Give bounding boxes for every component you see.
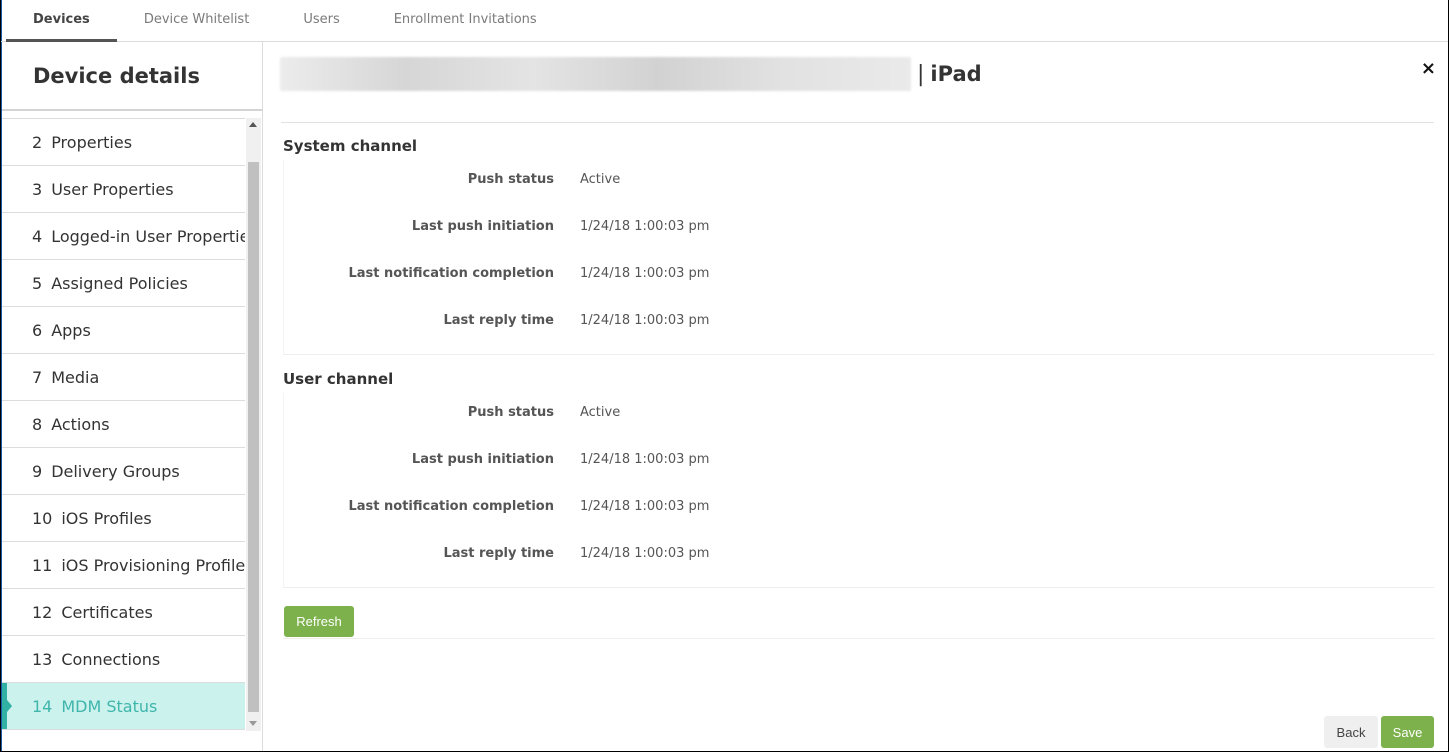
step-label: Logged-in User Properties	[51, 227, 245, 246]
field-value: 1/24/18 1:00:03 pm	[580, 266, 710, 281]
step-number: 9	[32, 462, 43, 481]
system-last-notification-completion-row: Last notification completion 1/24/18 1:0…	[284, 266, 884, 286]
scroll-up-arrow-icon[interactable]	[249, 122, 257, 127]
system-channel-title: System channel	[283, 137, 418, 155]
tab-enrollment-invitations[interactable]: Enrollment Invitations	[367, 0, 564, 42]
step-number: 2	[32, 133, 43, 152]
user-last-push-initiation-row: Last push initiation 1/24/18 1:00:03 pm	[284, 452, 884, 472]
step-label: iOS Provisioning Profiles	[61, 556, 245, 575]
step-label: Certificates	[61, 603, 153, 622]
user-last-reply-time-row: Last reply time 1/24/18 1:00:03 pm	[284, 546, 884, 566]
step-number: 13	[32, 650, 53, 669]
step-label: User Properties	[51, 180, 174, 199]
user-last-notification-completion-row: Last notification completion 1/24/18 1:0…	[284, 499, 884, 519]
user-channel-title: User channel	[283, 370, 394, 388]
field-value: Active	[580, 405, 621, 420]
step-label: Connections	[61, 650, 161, 669]
field-label: Last push initiation	[411, 219, 554, 234]
step-number: 5	[32, 274, 43, 293]
step-number: 11	[32, 556, 53, 575]
step-delivery-groups[interactable]: 9 Delivery Groups	[2, 448, 245, 495]
field-value: 1/24/18 1:00:03 pm	[580, 546, 710, 561]
field-value: 1/24/18 1:00:03 pm	[580, 499, 710, 514]
step-number: 4	[32, 227, 43, 246]
step-list: 2 Properties 3 User Properties 4 Logged-in …	[2, 118, 245, 731]
step-label: Actions	[51, 415, 110, 434]
sidebar-scrollbar[interactable]	[246, 118, 261, 731]
step-number: 8	[32, 415, 43, 434]
step-properties[interactable]: 2 Properties	[2, 118, 245, 166]
step-label: MDM Status	[61, 697, 158, 716]
step-number: 10	[32, 509, 53, 528]
step-label: iOS Profiles	[61, 509, 152, 528]
system-channel-section: Push status Active Last push initiation …	[283, 160, 1434, 355]
step-user-properties[interactable]: 3 User Properties	[2, 166, 245, 213]
app-frame: Devices Device Whitelist Users Enrollmen…	[1, 0, 1448, 751]
title-separator: |	[917, 61, 925, 87]
scroll-down-arrow-icon[interactable]	[249, 721, 257, 726]
top-tabs: Devices Device Whitelist Users Enrollmen…	[1, 0, 1448, 42]
back-button[interactable]: Back	[1324, 716, 1378, 748]
sidebar: Device details 2 Properties 3 User Propert…	[2, 42, 263, 751]
field-label: Last reply time	[443, 313, 554, 328]
step-label: Properties	[51, 133, 133, 152]
step-mdm-status[interactable]: 14 MDM Status	[2, 683, 245, 730]
refresh-button[interactable]: Refresh	[284, 606, 354, 637]
step-label: Media	[51, 368, 100, 387]
step-ios-profiles[interactable]: 10 iOS Profiles	[2, 495, 245, 542]
field-label: Last notification completion	[348, 266, 554, 281]
refresh-section	[283, 602, 1434, 639]
step-logged-in-user-properties[interactable]: 4 Logged-in User Properties	[2, 213, 245, 260]
step-apps[interactable]: 6 Apps	[2, 307, 245, 354]
save-button[interactable]: Save	[1381, 716, 1434, 748]
step-number: 12	[32, 603, 53, 622]
field-label: Last notification completion	[348, 499, 554, 514]
field-value: 1/24/18 1:00:03 pm	[580, 313, 710, 328]
tab-devices[interactable]: Devices	[6, 0, 117, 42]
step-label: Apps	[51, 321, 91, 340]
step-number: 7	[32, 368, 43, 387]
step-number: 6	[32, 321, 43, 340]
system-push-status-row: Push status Active	[284, 172, 884, 192]
field-label: Push status	[467, 405, 554, 420]
field-label: Push status	[467, 172, 554, 187]
step-actions[interactable]: 8 Actions	[2, 401, 245, 448]
sidebar-title: Device details	[2, 42, 262, 111]
field-label: Last push initiation	[411, 452, 554, 467]
step-number: 14	[32, 697, 53, 716]
field-value: 1/24/18 1:00:03 pm	[580, 219, 710, 234]
scroll-thumb[interactable]	[248, 162, 259, 712]
step-connections[interactable]: 13 Connections	[2, 636, 245, 683]
step-label: Assigned Policies	[51, 274, 188, 293]
system-last-push-initiation-row: Last push initiation 1/24/18 1:00:03 pm	[284, 219, 884, 239]
main-panel: | iPad × System channel Push status Acti…	[263, 42, 1448, 751]
redacted-device-name	[280, 57, 911, 91]
device-header: | iPad	[280, 56, 982, 92]
system-last-reply-time-row: Last reply time 1/24/18 1:00:03 pm	[284, 313, 884, 333]
user-channel-section: Push status Active Last push initiation …	[283, 393, 1434, 588]
step-media[interactable]: 7 Media	[2, 354, 245, 401]
step-assigned-policies[interactable]: 5 Assigned Policies	[2, 260, 245, 307]
step-certificates[interactable]: 12 Certificates	[2, 589, 245, 636]
field-label: Last reply time	[443, 546, 554, 561]
step-number: 3	[32, 180, 43, 199]
step-ios-provisioning-profiles[interactable]: 11 iOS Provisioning Profiles	[2, 542, 245, 589]
tab-users[interactable]: Users	[276, 0, 366, 42]
field-value: Active	[580, 172, 621, 187]
divider	[281, 122, 1434, 123]
step-label: Delivery Groups	[51, 462, 180, 481]
field-value: 1/24/18 1:00:03 pm	[580, 452, 710, 467]
close-icon[interactable]: ×	[1421, 58, 1436, 79]
user-push-status-row: Push status Active	[284, 405, 884, 425]
tab-device-whitelist[interactable]: Device Whitelist	[117, 0, 277, 42]
device-type: iPad	[930, 62, 982, 86]
